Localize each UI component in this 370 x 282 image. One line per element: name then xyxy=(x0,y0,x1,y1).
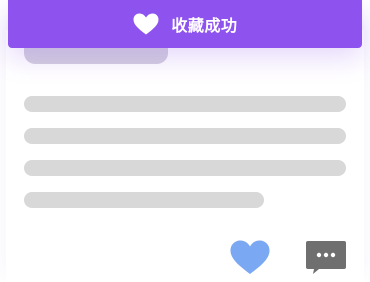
text-placeholder-line xyxy=(24,128,346,144)
comment-button[interactable] xyxy=(305,240,347,275)
toast-message: 收藏成功 xyxy=(171,16,238,35)
text-placeholder-line xyxy=(24,96,346,112)
text-placeholder-line xyxy=(24,192,264,208)
comment-bubble-icon xyxy=(306,241,346,274)
toast-notification: 收藏成功 xyxy=(8,0,362,48)
heart-icon xyxy=(230,240,270,274)
heart-icon xyxy=(133,13,159,35)
text-placeholder-line xyxy=(24,160,346,176)
like-button[interactable] xyxy=(229,239,271,276)
